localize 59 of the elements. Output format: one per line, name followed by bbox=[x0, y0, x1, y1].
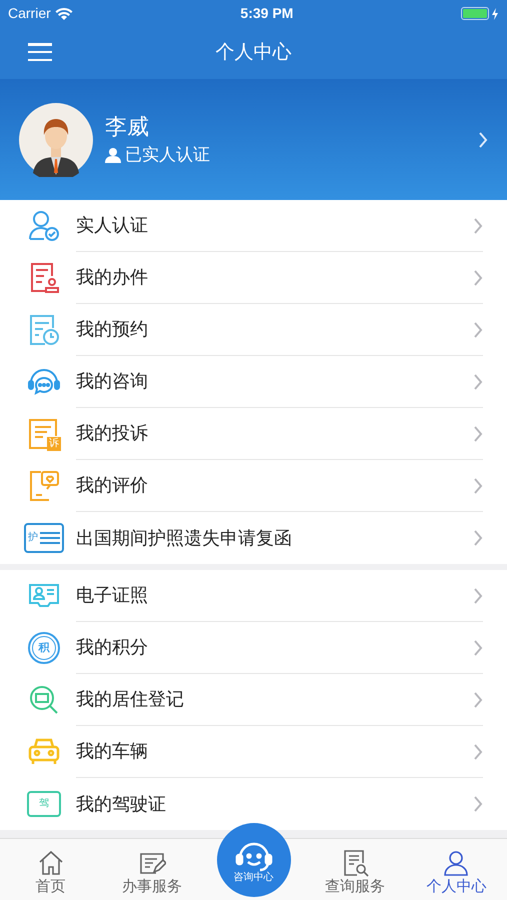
chevron-right-icon bbox=[473, 529, 483, 547]
menu-item[interactable]: 积 我的积分 bbox=[0, 622, 507, 674]
menu-item-label: 我的投诉 bbox=[76, 422, 149, 445]
points-coin-icon: 积 bbox=[28, 632, 60, 664]
chevron-right-icon bbox=[473, 586, 483, 604]
status-time: 5:39 PM bbox=[240, 4, 294, 23]
menu-item[interactable]: 我的咨询 bbox=[0, 356, 507, 408]
menu-item[interactable]: 我的预约 bbox=[0, 304, 507, 356]
chevron-right-icon bbox=[473, 742, 483, 760]
tab-item[interactable]: 查询服务 bbox=[304, 849, 406, 900]
menu-item[interactable]: 诉 我的投诉 bbox=[0, 408, 507, 460]
menu-item[interactable]: 电子证照 bbox=[0, 570, 507, 622]
chevron-right-icon bbox=[473, 424, 483, 442]
menu-item-label: 我的咨询 bbox=[76, 370, 149, 393]
menu-item-label: 我的预约 bbox=[76, 318, 149, 341]
tab-item[interactable]: 办事服务 bbox=[101, 849, 203, 900]
carrier-label: Carrier bbox=[8, 4, 51, 23]
user-icon bbox=[442, 849, 470, 877]
menu-item-label: 实人认证 bbox=[76, 214, 149, 237]
menu-item-label: 我的办件 bbox=[76, 266, 149, 289]
chevron-right-icon bbox=[473, 216, 483, 234]
menu-item-label: 我的评价 bbox=[76, 474, 149, 497]
passport-card-icon: 护 bbox=[24, 523, 64, 553]
chevron-right-icon bbox=[473, 795, 483, 813]
menu-item-label: 我的居住登记 bbox=[76, 688, 185, 711]
menu-item-label: 我的驾驶证 bbox=[76, 792, 167, 816]
menu-item-label: 我的积分 bbox=[76, 636, 149, 659]
menu-item[interactable]: 我的车辆 bbox=[0, 726, 507, 778]
menu-item[interactable]: 我的办件 bbox=[0, 252, 507, 304]
menu-item[interactable]: 我的评价 bbox=[0, 460, 507, 512]
chevron-right-icon bbox=[473, 476, 483, 494]
menu-item-label: 出国期间护照遗失申请复函 bbox=[76, 526, 293, 550]
user-name: 李威 bbox=[105, 116, 150, 138]
chevron-right-icon bbox=[473, 268, 483, 286]
verified-status: 已实人认证 bbox=[125, 146, 210, 163]
document-heart-icon bbox=[27, 469, 61, 503]
menu-item[interactable]: 我的居住登记 bbox=[0, 674, 507, 726]
document-clock-icon bbox=[27, 313, 61, 347]
menu-item[interactable]: 实人认证 bbox=[0, 200, 507, 252]
home-icon bbox=[36, 849, 65, 877]
chevron-right-icon bbox=[473, 638, 483, 656]
menu-item[interactable]: 护 出国期间护照遗失申请复函 bbox=[0, 512, 507, 564]
menu-button[interactable] bbox=[28, 40, 52, 64]
user-icon bbox=[105, 146, 121, 162]
consult-center-button[interactable]: 咨询中心 bbox=[216, 823, 291, 897]
person-check-icon bbox=[27, 209, 61, 243]
tab-item[interactable]: 首页 bbox=[0, 849, 102, 900]
chevron-right-icon bbox=[473, 372, 483, 390]
menu-item-label: 我的车辆 bbox=[76, 740, 149, 763]
tab-item[interactable]: 个人中心 bbox=[406, 849, 507, 900]
profile-banner[interactable]: 李威 已实人认证 bbox=[0, 79, 507, 200]
license-card-icon: 驾 bbox=[27, 791, 61, 817]
page-title: 个人中心 bbox=[216, 40, 292, 65]
battery-icon bbox=[460, 7, 499, 20]
chevron-right-icon bbox=[473, 320, 483, 338]
chevron-right-icon bbox=[478, 130, 488, 148]
wifi-icon bbox=[54, 6, 73, 20]
chevron-right-icon bbox=[473, 690, 483, 708]
menu-item-label: 电子证照 bbox=[76, 584, 149, 607]
